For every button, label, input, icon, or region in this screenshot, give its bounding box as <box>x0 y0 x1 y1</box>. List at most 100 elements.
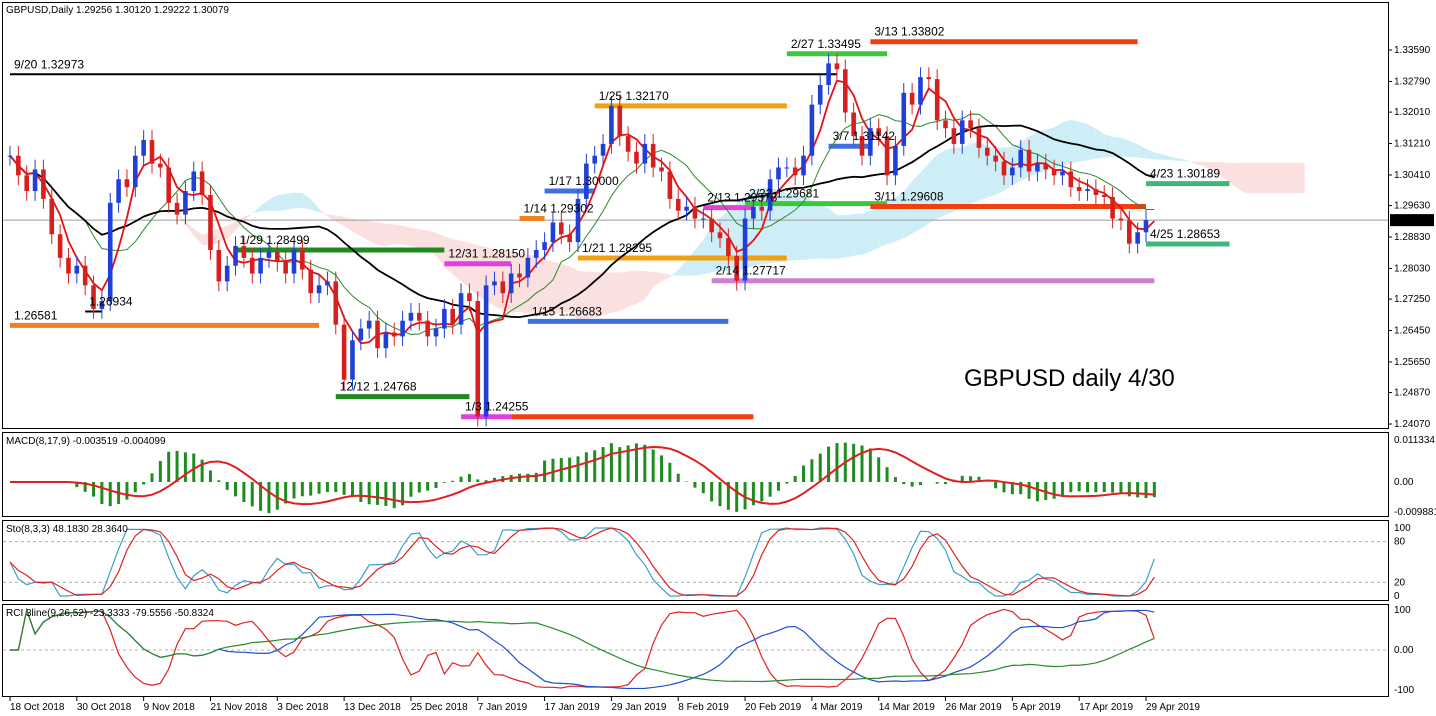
price-tick-label: 1.28830 <box>1394 232 1431 243</box>
price-tick-label: 1.27250 <box>1394 294 1431 305</box>
level-label: 12/12 1.24768 <box>340 380 417 394</box>
cloud-segment <box>820 203 829 259</box>
candle-body <box>1126 220 1132 244</box>
candle-body <box>759 206 765 211</box>
cloud-segment <box>803 196 812 260</box>
level-label: 1/14 1.29302 <box>524 201 594 215</box>
cloud-segment <box>277 194 286 211</box>
macd-tick-label: 0.011334 <box>1394 435 1435 446</box>
candle-body <box>124 179 130 188</box>
cloud-segment <box>1279 162 1288 194</box>
candle-body <box>784 167 790 169</box>
chart-annotation: GBPUSD daily 4/30 <box>964 365 1175 392</box>
candle-body <box>442 308 447 329</box>
price-tick-label: 1.24870 <box>1394 388 1431 399</box>
level-label: 1/29 1.28499 <box>240 233 310 247</box>
candle-body <box>366 320 372 329</box>
candle-body <box>199 171 205 195</box>
level-label: 1/15 1.26683 <box>532 304 602 318</box>
candle-body <box>74 265 80 274</box>
candle-body <box>300 249 305 270</box>
candle-body <box>433 328 439 337</box>
candle-body <box>107 202 113 302</box>
candle-body <box>667 171 673 199</box>
candle-body <box>1135 232 1140 244</box>
time-tick-label: 5 Apr 2019 <box>1012 702 1061 713</box>
candle-body <box>57 234 63 258</box>
candle-body <box>333 281 339 325</box>
candle-body <box>659 167 664 172</box>
candle-body <box>726 238 731 256</box>
candle-body <box>66 257 71 274</box>
cloud-segment <box>1254 162 1263 194</box>
candle-body <box>751 206 756 219</box>
candle-body <box>341 324 347 380</box>
candle-body <box>634 151 639 164</box>
candle-body <box>183 191 188 215</box>
candle-body <box>16 155 21 176</box>
time-tick-label: 29 Apr 2019 <box>1146 702 1200 713</box>
candle-body <box>425 320 430 337</box>
cloud-segment <box>953 147 963 212</box>
candle-body <box>533 249 539 258</box>
cloud-segment <box>1271 162 1280 194</box>
level-label: 4/23 1.30189 <box>1150 167 1220 181</box>
candle-body <box>625 136 631 152</box>
candle-body <box>776 167 781 180</box>
candle-body <box>416 312 422 321</box>
candle-body <box>1051 169 1057 176</box>
time-tick-label: 17 Jan 2019 <box>545 702 600 713</box>
cloud-segment <box>828 208 837 259</box>
candle-body <box>826 63 831 85</box>
candle-body <box>1043 163 1049 170</box>
cloud-segment <box>811 199 821 260</box>
price-tick-label: 1.26450 <box>1394 326 1431 337</box>
cloud-segment <box>970 142 979 204</box>
candle-body <box>592 155 598 164</box>
price-tick-label: 1.28030 <box>1394 263 1431 274</box>
candle-body <box>41 169 46 199</box>
candle-body <box>266 251 272 258</box>
time-tick-label: 17 Apr 2019 <box>1079 702 1133 713</box>
macd-tick-label: -0.009881 <box>1394 507 1436 518</box>
cloud-segment <box>628 270 637 307</box>
cloud-segment <box>778 189 787 263</box>
candle-body <box>834 63 840 70</box>
price-tick-label: 1.32010 <box>1394 107 1431 118</box>
candle-body <box>842 69 848 113</box>
time-tick-label: 3 Dec 2018 <box>277 702 329 713</box>
candle-body <box>1110 196 1115 219</box>
time-tick-label: 21 Nov 2018 <box>210 702 267 713</box>
candle-body <box>483 285 489 417</box>
candle-body <box>550 222 556 243</box>
candle-body <box>959 120 965 144</box>
symbol-info: GBPUSD,Daily 1.29256 1.30120 1.29222 1.3… <box>6 5 229 16</box>
candle-body <box>1076 187 1082 192</box>
cloud-segment <box>1104 134 1113 158</box>
cloud-segment <box>377 222 386 247</box>
candle-body <box>976 128 982 148</box>
level-label: 2/27 1.33495 <box>791 37 861 51</box>
cloud-segment <box>862 210 871 255</box>
candle-body <box>717 232 723 239</box>
candle-body <box>467 293 472 302</box>
candle-body <box>358 328 364 341</box>
rci-tick-label: 0.00 <box>1394 645 1414 656</box>
sto-tick-label: 80 <box>1394 537 1406 548</box>
price-axis: 1.33590 1.32790 1.32010 1.31210 1.30410 1.296… <box>1388 45 1434 430</box>
time-tick-label: 20 Feb 2019 <box>745 702 802 713</box>
candle-body <box>24 175 30 192</box>
cloud-segment <box>410 227 420 248</box>
level-label: 2/22 1.29681 <box>749 187 819 201</box>
candle-body <box>158 163 163 168</box>
cloud-segment <box>1288 162 1297 194</box>
candle-body <box>408 312 414 321</box>
cloud-segment <box>402 225 411 247</box>
time-tick-label: 30 Oct 2018 <box>77 702 132 713</box>
gbpusd-chart: 9/20 1.32973 3/13 1.33802 2/27 1.33495 1/25… <box>2 2 1436 713</box>
candle-body <box>224 265 230 282</box>
time-tick-label: 29 Jan 2019 <box>611 702 666 713</box>
time-tick-label: 9 Nov 2018 <box>144 702 196 713</box>
sto-panel-frame <box>2 520 1389 601</box>
candle-body <box>801 155 806 176</box>
